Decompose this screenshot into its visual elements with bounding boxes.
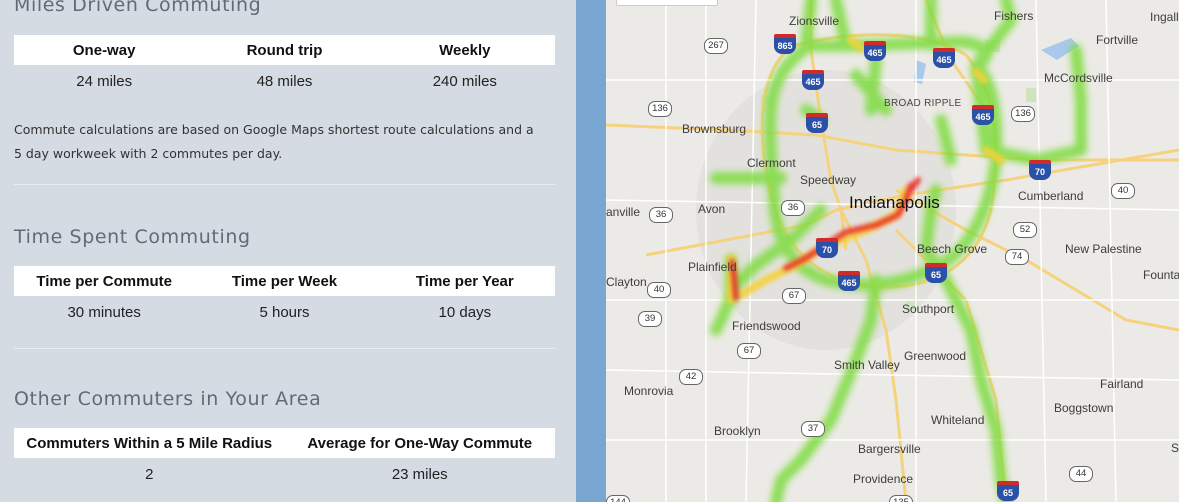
map-search-box[interactable] [616, 0, 718, 6]
place-label: Beech Grove [917, 242, 988, 256]
others-table-header: Commuters Within a 5 Mile Radius Average… [14, 428, 555, 458]
route-shield: 39 [638, 311, 662, 327]
place-label: Friendswood [732, 319, 801, 333]
value-commuters-radius: 2 [145, 466, 154, 483]
miles-table: One-way Round trip Weekly 24 miles 48 mi… [14, 35, 555, 98]
place-label: Clermont [747, 156, 796, 170]
interstate-shield: 465 [838, 271, 860, 291]
route-shield: 44 [1069, 466, 1093, 482]
others-table: Commuters Within a 5 Mile Radius Average… [14, 428, 555, 491]
route-shield: 36 [649, 207, 673, 223]
interstate-shield: 465 [864, 41, 886, 61]
time-section-title: Time Spent Commuting [14, 226, 251, 248]
header-one-way: One-way [72, 41, 136, 59]
interstate-shield: 465 [972, 105, 994, 125]
place-label: Plainfield [688, 260, 737, 274]
commute-calculation-note: Commute calculations are based on Google… [14, 122, 534, 161]
header-time-per-year: Time per Year [415, 272, 514, 290]
header-weekly: Weekly [439, 41, 491, 59]
place-label: Brooklyn [714, 424, 761, 438]
commute-heatmap-map[interactable]: Zionsville Fishers Ingalls Fortville McC… [606, 0, 1179, 502]
divider [14, 184, 555, 185]
place-label: Cumberland [1018, 189, 1084, 203]
value-time-per-week: 5 hours [259, 304, 310, 321]
place-label: Boggstown [1054, 401, 1114, 415]
place-label: Fortville [1096, 33, 1139, 47]
place-label: Fairland [1100, 377, 1144, 391]
miles-table-row: 24 miles 48 miles 240 miles [14, 65, 555, 98]
interstate-shield: 465 [933, 48, 955, 68]
time-table-header: Time per Commute Time per Week Time per … [14, 266, 555, 296]
route-shield: 74 [1005, 249, 1029, 265]
panel-divider-stripe [576, 0, 606, 502]
place-label: Avon [698, 202, 726, 216]
place-label: Fishers [994, 9, 1034, 23]
interstate-shield: 465 [802, 70, 824, 90]
place-label: Ingalls [1150, 10, 1179, 24]
place-label: anville [606, 205, 641, 219]
route-shield: 136 [648, 101, 672, 117]
neighborhood-label: BROAD RIPPLE [884, 98, 962, 109]
others-table-row: 2 23 miles [14, 458, 555, 491]
interstate-shield: 865 [774, 34, 796, 54]
route-shield: 135 [889, 495, 913, 502]
place-label: Bargersville [858, 442, 921, 456]
route-shield: 52 [1013, 222, 1037, 238]
place-label: Smith Valley [834, 358, 900, 372]
time-table: Time per Commute Time per Week Time per … [14, 266, 555, 329]
time-table-row: 30 minutes 5 hours 10 days [14, 296, 555, 329]
value-round-trip: 48 miles [256, 73, 313, 90]
place-label: McCordsville [1044, 71, 1113, 85]
main-city-label: Indianapolis [849, 193, 940, 212]
divider [14, 348, 555, 349]
place-label: Providence [853, 472, 914, 486]
place-label: Fountai [1143, 268, 1179, 282]
route-shield: 144 [606, 495, 630, 502]
miles-section-title: Miles Driven Commuting [14, 0, 262, 16]
route-shield: 42 [679, 369, 703, 385]
place-label: She [1171, 441, 1179, 455]
interstate-shield: 65 [925, 263, 947, 283]
header-round-trip: Round trip [246, 41, 323, 59]
place-label: Zionsville [789, 14, 840, 28]
commute-stats-panel: Miles Driven Commuting One-way Round tri… [0, 0, 576, 502]
header-commuters-radius: Commuters Within a 5 Mile Radius [26, 434, 273, 452]
value-one-way: 24 miles [76, 73, 133, 90]
place-label: Whiteland [931, 413, 985, 427]
header-time-per-week: Time per Week [231, 272, 338, 290]
value-average-one-way: 23 miles [391, 466, 448, 483]
route-shield: 37 [801, 421, 825, 437]
header-average-one-way: Average for One-Way Commute [307, 434, 533, 452]
interstate-shield: 65 [806, 113, 828, 133]
route-shield: 67 [737, 343, 761, 359]
route-shield: 36 [781, 200, 805, 216]
route-shield: 40 [647, 282, 671, 298]
place-label: Brownsburg [682, 122, 747, 136]
place-label: Monrovia [624, 384, 674, 398]
miles-table-header: One-way Round trip Weekly [14, 35, 555, 65]
interstate-shield: 70 [1029, 160, 1051, 180]
interstate-shield: 65 [997, 481, 1019, 501]
others-section-title: Other Commuters in Your Area [14, 388, 322, 410]
value-time-per-year: 10 days [438, 304, 492, 321]
route-shield: 267 [704, 38, 728, 54]
value-time-per-commute: 30 minutes [67, 304, 141, 321]
place-label: Clayton [606, 275, 647, 289]
route-shield: 136 [1011, 106, 1035, 122]
route-shield: 40 [1111, 183, 1135, 199]
route-shield: 67 [782, 288, 806, 304]
place-label: Southport [902, 302, 955, 316]
header-time-per-commute: Time per Commute [36, 272, 172, 290]
place-label: New Palestine [1065, 242, 1142, 256]
place-label: Speedway [800, 173, 857, 187]
value-weekly: 240 miles [432, 73, 497, 90]
interstate-shield: 70 [816, 238, 838, 258]
place-label: Greenwood [904, 349, 967, 363]
